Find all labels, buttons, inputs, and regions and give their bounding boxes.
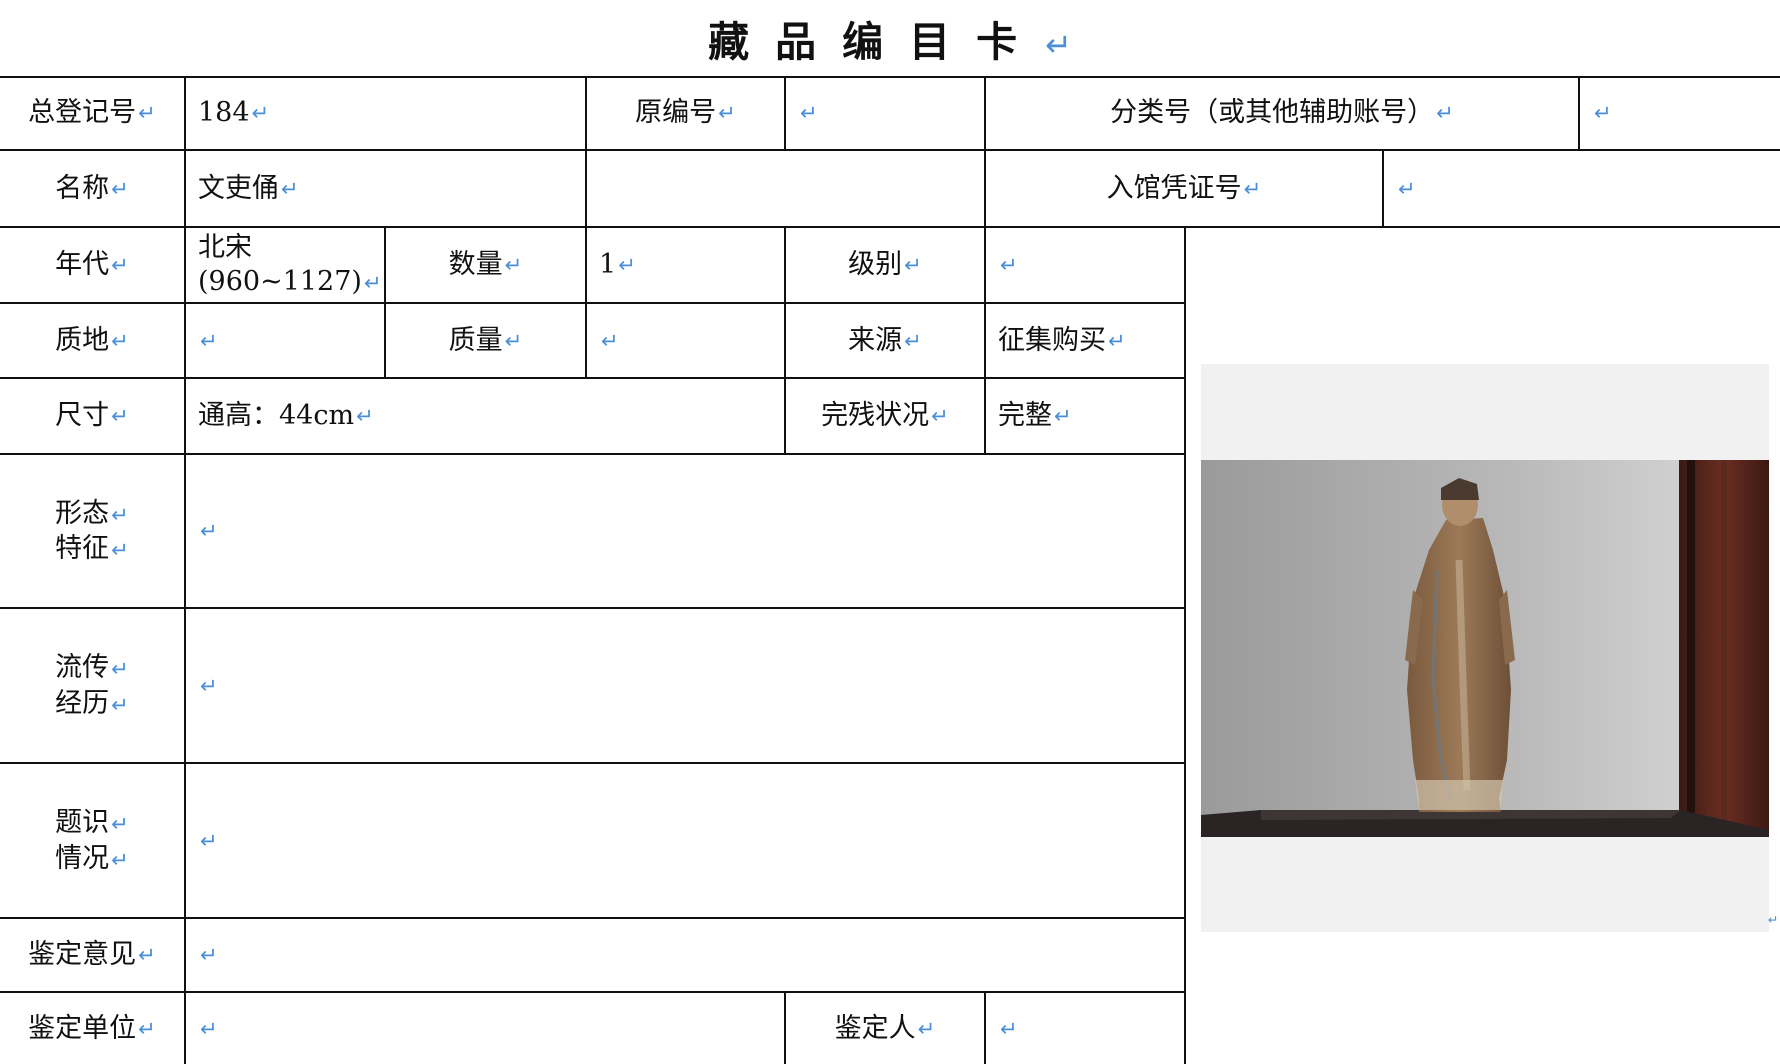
source-value[interactable]: 征集购买 ↵ xyxy=(986,304,1184,377)
morphology-value[interactable]: ↵ xyxy=(186,455,1184,607)
total-reg-no-value[interactable]: 184 ↵ xyxy=(186,77,584,149)
appraisal-opinion-value[interactable]: ↵ xyxy=(186,919,1184,991)
quantity-value[interactable]: 1 ↵ xyxy=(587,228,784,302)
classification-no-value[interactable]: ↵ xyxy=(1580,77,1780,149)
material-value[interactable]: ↵ xyxy=(186,304,384,377)
provenance-label: 流传↵ 经历↵ xyxy=(55,652,129,719)
appraisal-opinion-label: 鉴定意见 ↵ xyxy=(28,939,156,971)
original-no-label: 原编号 ↵ xyxy=(635,97,736,129)
condition-label: 完残状况 ↵ xyxy=(821,400,949,432)
name-value[interactable]: 文吏俑 ↵ xyxy=(186,151,984,226)
mass-label: 质量 ↵ xyxy=(448,324,523,356)
inscriptions-value[interactable]: ↵ xyxy=(186,764,1184,917)
material-label: 质地 ↵ xyxy=(55,324,129,356)
provenance-value[interactable]: ↵ xyxy=(186,609,1184,762)
appraiser-label: 鉴定人 ↵ xyxy=(834,1012,936,1044)
condition-value[interactable]: 完整 ↵ xyxy=(986,379,1184,453)
dimensions-value[interactable]: 通高：44cm ↵ xyxy=(186,379,784,453)
quantity-label: 数量 ↵ xyxy=(448,249,523,281)
name-label: 名称 ↵ xyxy=(55,172,129,204)
card-title: 藏品编目卡↵ xyxy=(708,18,1072,66)
artifact-photo xyxy=(1201,460,1769,837)
era-label: 年代 ↵ xyxy=(55,249,129,281)
inscriptions-label: 题识↵ 情况↵ xyxy=(55,807,129,874)
grade-label: 级别 ↵ xyxy=(848,249,922,281)
total-reg-no-label: 总登记号 ↵ xyxy=(28,97,156,129)
classification-no-label: 分类号（或其他辅助账号） ↵ xyxy=(1110,97,1454,129)
photo-paragraph-mark: ↵ xyxy=(1768,912,1779,927)
entry-voucher-no-label: 入馆凭证号 ↵ xyxy=(1106,172,1262,204)
grid-line xyxy=(1184,226,1186,1064)
entry-voucher-no-value[interactable]: ↵ xyxy=(1384,151,1780,226)
appraiser-value[interactable]: ↵ xyxy=(986,993,1184,1064)
grade-value[interactable]: ↵ xyxy=(986,228,1184,302)
appraisal-unit-value[interactable]: ↵ xyxy=(186,993,784,1064)
era-value[interactable]: 北宋 (960~1127)↵ xyxy=(186,228,384,302)
original-no-value[interactable]: ↵ xyxy=(786,77,984,149)
morphology-label: 形态↵ 特征↵ xyxy=(55,497,129,564)
mass-value[interactable]: ↵ xyxy=(587,304,784,377)
appraisal-unit-label: 鉴定单位 ↵ xyxy=(28,1012,156,1044)
source-label: 来源 ↵ xyxy=(848,324,922,356)
dimensions-label: 尺寸 ↵ xyxy=(55,400,129,432)
